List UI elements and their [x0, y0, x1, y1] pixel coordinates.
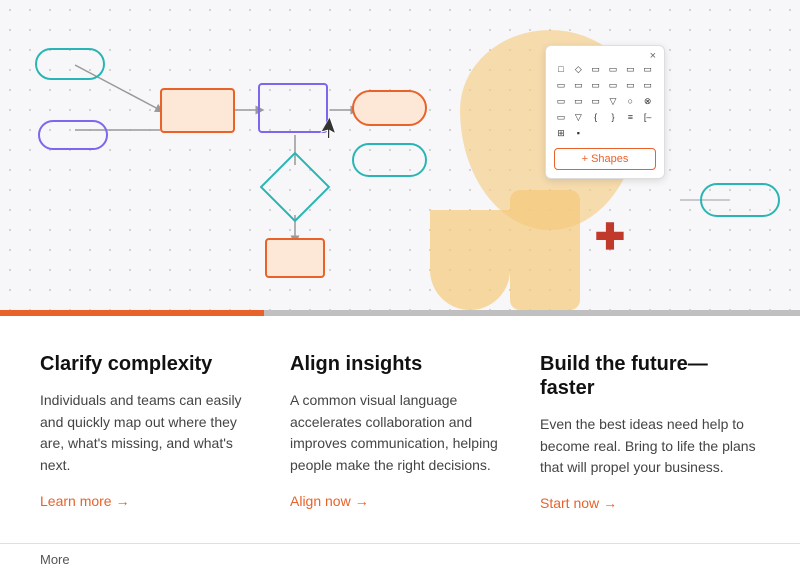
shape-icon: [– [641, 110, 655, 124]
align-link[interactable]: Align now → [290, 493, 369, 509]
build-link[interactable]: Start now → [540, 495, 617, 511]
shape-icon: ▭ [571, 78, 585, 92]
shapes-panel-close[interactable]: × [650, 50, 656, 62]
shape-icon: ▭ [606, 62, 620, 76]
red-cross-icon: ✚ [595, 219, 625, 255]
clarify-link-text: Learn more [40, 493, 112, 509]
shape-icon: ○ [623, 94, 637, 108]
shape-icon: ▭ [589, 78, 603, 92]
shape-icon: ▭ [623, 78, 637, 92]
shape-icon: ▭ [606, 78, 620, 92]
shape-icon: ▭ [554, 94, 568, 108]
build-link-text: Start now [540, 495, 599, 511]
shape-icon: ▭ [641, 78, 655, 92]
flowchart-node-diamond [260, 152, 331, 223]
flowchart-node-purple [258, 83, 328, 133]
column-align: Align insights A common visual language … [290, 352, 540, 513]
content-section: Clarify complexity Individuals and teams… [0, 316, 800, 543]
build-link-arrow: → [603, 495, 617, 511]
shapes-grid: □ ◇ ▭ ▭ ▭ ▭ ▭ ▭ ▭ ▭ ▭ ▭ ▭ ▭ ▭ ▽ ○ ⊗ ▭ ▽ … [554, 62, 656, 140]
align-body: A common visual language accelerates col… [290, 390, 510, 477]
clarify-heading: Clarify complexity [40, 352, 260, 376]
shape-icon: ⊗ [641, 94, 655, 108]
shape-icon: ▭ [641, 62, 655, 76]
shape-icon: ▭ [589, 94, 603, 108]
build-heading: Build the future—faster [540, 352, 760, 400]
shape-icon: ▭ [554, 78, 568, 92]
flowchart-node-teal-top [35, 48, 105, 80]
shape-icon: ▭ [623, 62, 637, 76]
more-link[interactable]: More [40, 552, 70, 567]
blob-decoration-3 [510, 190, 580, 310]
align-link-arrow: → [355, 493, 369, 509]
shape-icon: ≡ [623, 110, 637, 124]
shape-icon: ▽ [571, 110, 585, 124]
shape-icon: { [589, 110, 603, 124]
align-heading: Align insights [290, 352, 510, 376]
column-clarify: Clarify complexity Individuals and teams… [40, 352, 290, 513]
flowchart-node-orange-oval [352, 90, 427, 126]
shape-icon: ▭ [554, 110, 568, 124]
flowchart-node-orange-bottom [265, 238, 325, 278]
shape-icon: ▭ [589, 62, 603, 76]
shape-icon: ▭ [571, 94, 585, 108]
flowchart-node-teal-bottom [352, 143, 427, 177]
hero-section: ✚ × □ ◇ ▭ ▭ ▭ ▭ ▭ ▭ ▭ ▭ ▭ ▭ ▭ ▭ ▭ ▽ ○ ⊗ … [0, 0, 800, 310]
clarify-link-arrow: → [116, 493, 130, 509]
shape-icon: □ [554, 62, 568, 76]
flowchart-node-orange-fill [160, 88, 235, 133]
shape-icon: ▪ [571, 126, 585, 140]
shape-icon: } [606, 110, 620, 124]
bottom-bar: More [0, 543, 800, 575]
build-body: Even the best ideas need help to become … [540, 414, 760, 479]
shape-icon: ▽ [606, 94, 620, 108]
shapes-button[interactable]: + Shapes [554, 148, 656, 170]
flowchart-node-purple-oval [38, 120, 108, 150]
flowchart-node-teal-right [700, 183, 780, 217]
shapes-panel: × □ ◇ ▭ ▭ ▭ ▭ ▭ ▭ ▭ ▭ ▭ ▭ ▭ ▭ ▭ ▽ ○ ⊗ ▭ … [545, 45, 665, 179]
column-build: Build the future—faster Even the best id… [540, 352, 760, 513]
blob-decoration-2 [430, 210, 510, 310]
shape-icon: ◇ [571, 62, 585, 76]
clarify-link[interactable]: Learn more → [40, 493, 130, 509]
shape-icon: ⊞ [554, 126, 568, 140]
clarify-body: Individuals and teams can easily and qui… [40, 390, 260, 477]
align-link-text: Align now [290, 493, 351, 509]
